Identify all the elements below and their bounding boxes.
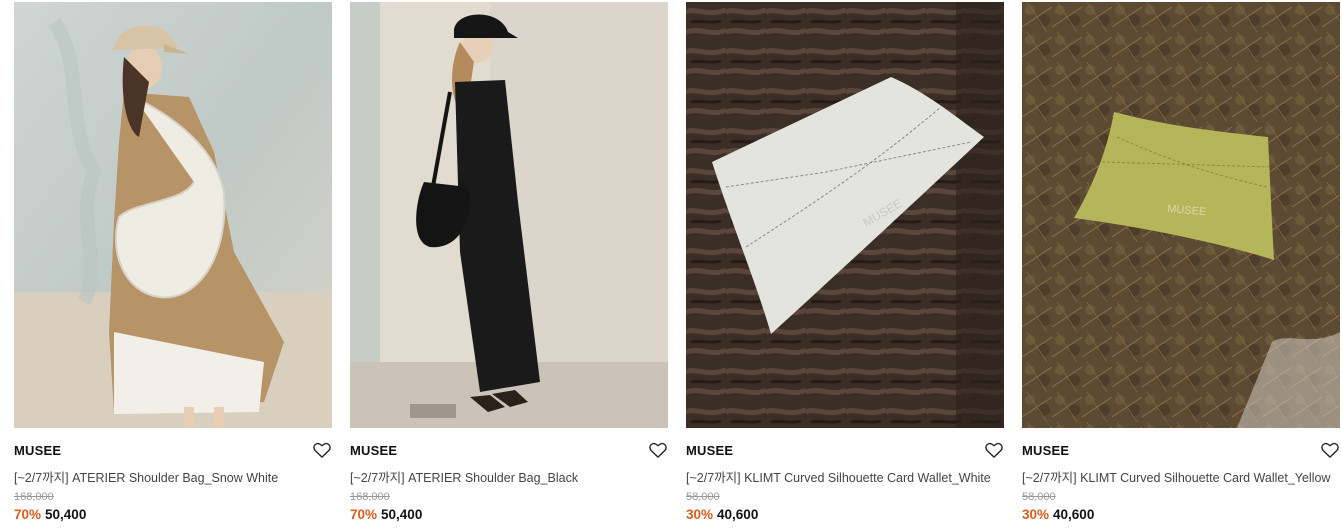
original-price: 168,000 [14, 491, 54, 503]
product-name[interactable]: [~2/7까지] ATERIER Shoulder Bag_Snow White [14, 467, 332, 486]
product-image[interactable]: MUSEE [686, 2, 1004, 428]
product-name[interactable]: [~2/7까지] KLIMT Curved Silhouette Card Wa… [1022, 467, 1340, 486]
original-price: 58,000 [1022, 491, 1056, 503]
price-row: 30% 40,600 [686, 507, 758, 522]
sale-price: 50,400 [381, 507, 423, 522]
heart-outline-icon[interactable] [1320, 440, 1340, 460]
product-card[interactable]: MUSEE [~2/7까지] ATERIER Shoulder Bag_Snow… [14, 2, 332, 528]
product-card[interactable]: MUSEE MUSEE [~2/7까지] KLIMT Curved Silhou… [686, 2, 1004, 528]
discount-rate: 30% [1022, 507, 1050, 522]
heart-outline-icon[interactable] [984, 440, 1004, 460]
brand-name[interactable]: MUSEE [1022, 443, 1069, 458]
heart-outline-icon[interactable] [312, 440, 332, 460]
price-row: 30% 40,600 [1022, 507, 1094, 522]
original-price: 58,000 [686, 491, 720, 503]
product-name[interactable]: [~2/7까지] ATERIER Shoulder Bag_Black [350, 467, 668, 486]
product-card[interactable]: MUSEE [~2/7까지] ATERIER Shoulder Bag_Blac… [350, 2, 668, 528]
product-name[interactable]: [~2/7까지] KLIMT Curved Silhouette Card Wa… [686, 467, 1004, 486]
product-card[interactable]: MUSEE MUSEE [~2/7까지] KLIMT Curved Silhou… [1022, 2, 1340, 528]
discount-rate: 70% [350, 507, 378, 522]
original-price: 168,000 [350, 491, 390, 503]
brand-name[interactable]: MUSEE [350, 443, 397, 458]
brand-name[interactable]: MUSEE [14, 443, 61, 458]
brand-name[interactable]: MUSEE [686, 443, 733, 458]
product-image[interactable] [350, 2, 668, 428]
price-row: 70% 50,400 [14, 507, 86, 522]
discount-rate: 70% [14, 507, 42, 522]
heart-outline-icon[interactable] [648, 440, 668, 460]
product-image[interactable] [14, 2, 332, 428]
product-image[interactable]: MUSEE [1022, 2, 1340, 428]
sale-price: 50,400 [45, 507, 87, 522]
discount-rate: 30% [686, 507, 714, 522]
sale-price: 40,600 [717, 507, 759, 522]
sale-price: 40,600 [1053, 507, 1095, 522]
price-row: 70% 50,400 [350, 507, 422, 522]
